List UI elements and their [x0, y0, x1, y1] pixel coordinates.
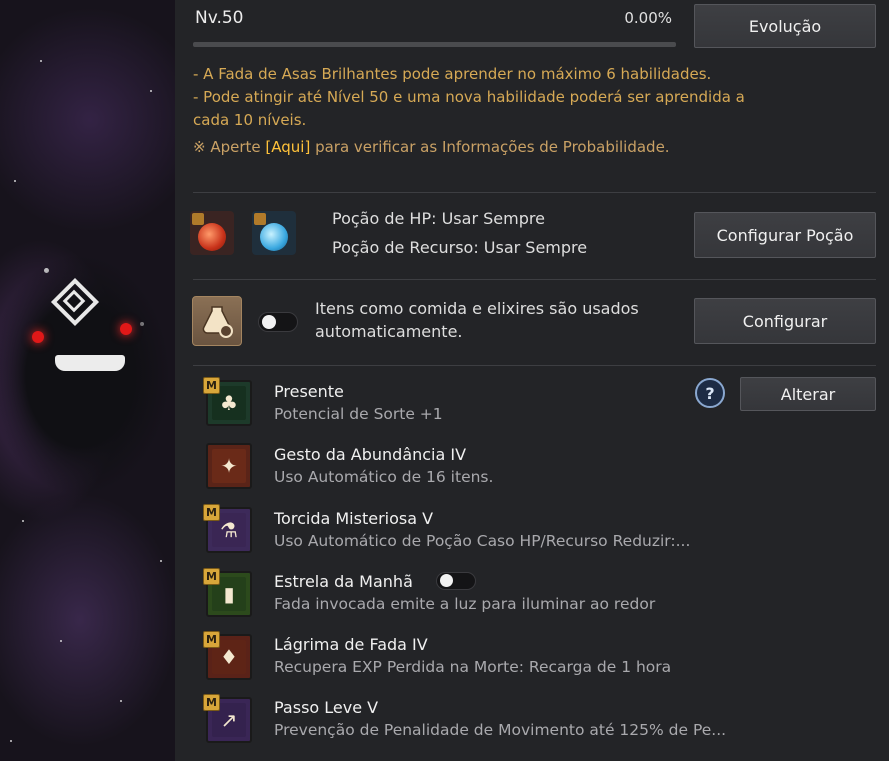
auto-use-description: Itens como comida e elixires são usados a… — [315, 297, 639, 343]
divider — [193, 192, 876, 193]
star-sparkle — [14, 180, 16, 182]
note-prefix: ※ Aperte — [193, 138, 266, 156]
probability-note: ※ Aperte [Aqui] para verificar as Inform… — [193, 138, 670, 156]
tear-vial-icon: ♦ M — [203, 631, 252, 680]
hp-potion-text: Poção de HP: Usar Sempre — [332, 209, 545, 228]
skill-icon-art: ✦ — [212, 449, 246, 483]
change-skills-button[interactable]: Alterar — [740, 377, 876, 411]
fairy-icon: ✦ — [206, 443, 252, 489]
info-line-3: cada 10 níveis. — [193, 111, 307, 129]
help-icon[interactable]: ? — [695, 378, 725, 408]
flask-gear-icon — [192, 296, 242, 346]
fairy-character — [0, 255, 175, 495]
star-sparkle — [22, 520, 24, 522]
auto-use-toggle[interactable] — [258, 312, 298, 332]
red-potion-flask — [198, 223, 226, 251]
skill-description: Recupera EXP Perdida na Morte: Recarga d… — [274, 658, 672, 676]
skill-name: Passo Leve V — [274, 698, 379, 717]
fairy-eye — [32, 331, 44, 343]
fairy-background — [0, 0, 175, 761]
skill-badge: M — [203, 504, 220, 521]
configure-potion-button[interactable]: Configurar Poção — [694, 212, 876, 258]
fairy-mouth — [55, 355, 125, 371]
skill-name: Lágrima de Fada IV — [274, 635, 428, 654]
weight-arrow-icon: ↗ M — [203, 694, 252, 743]
skill-badge: M — [203, 631, 220, 648]
skill-badge: M — [203, 377, 220, 394]
blue-potion-icon — [252, 211, 296, 255]
skill-name: Gesto da Abundância IV — [274, 445, 467, 464]
star-sparkle — [150, 90, 152, 92]
skill-name: Presente — [274, 382, 344, 401]
potion-swap-icon: ⚗ M — [203, 504, 252, 553]
lantern-icon: ▮ M — [203, 568, 252, 617]
flask-gear-graphic — [202, 306, 233, 338]
morning-star-toggle[interactable] — [436, 572, 476, 590]
progress-percent: 0.00% — [624, 9, 672, 27]
skill-description: Prevenção de Penalidade de Movimento até… — [274, 721, 727, 739]
resource-potion-text: Poção de Recurso: Usar Sempre — [332, 238, 588, 257]
evolve-button[interactable]: Evolução — [694, 4, 876, 48]
skill-description: Uso Automático de 16 itens. — [274, 468, 494, 486]
info-line-2: - Pode atingir até Nível 50 e uma nova h… — [193, 88, 745, 106]
probability-link[interactable]: [Aqui] — [265, 138, 310, 156]
skill-name: Estrela da Manhã — [274, 572, 413, 591]
star-sparkle — [10, 740, 12, 742]
toggle-knob — [440, 574, 453, 587]
fairy-eye — [120, 323, 132, 335]
auto-use-line-1: Itens como comida e elixires são usados — [315, 299, 639, 318]
divider — [193, 279, 876, 280]
skill-description: Potencial de Sorte +1 — [274, 405, 443, 423]
potion-badge — [192, 213, 204, 225]
star-sparkle — [120, 700, 122, 702]
star-sparkle — [40, 60, 42, 62]
skill-description: Uso Automático de Poção Caso HP/Recurso … — [274, 532, 691, 550]
info-line-1: - A Fada de Asas Brilhantes pode aprende… — [193, 65, 712, 83]
configure-auto-use-button[interactable]: Configurar — [694, 298, 876, 344]
toggle-knob — [262, 315, 276, 329]
divider — [193, 365, 876, 366]
skill-description: Fada invocada emite a luz para iluminar … — [274, 595, 656, 613]
skill-badge: M — [203, 694, 220, 711]
star-sparkle — [60, 640, 62, 642]
red-potion-icon — [190, 211, 234, 255]
level-label: Nv.50 — [195, 8, 244, 28]
potion-badge — [254, 213, 266, 225]
note-suffix: para verificar as Informações de Probabi… — [310, 138, 670, 156]
skill-badge: M — [203, 568, 220, 585]
clover-icon: ♣ M — [203, 377, 252, 426]
skill-name: Torcida Misteriosa V — [274, 509, 434, 528]
progress-bar — [193, 42, 676, 47]
star-sparkle — [160, 560, 162, 562]
blue-potion-flask — [260, 223, 288, 251]
auto-use-line-2: automaticamente. — [315, 322, 463, 341]
